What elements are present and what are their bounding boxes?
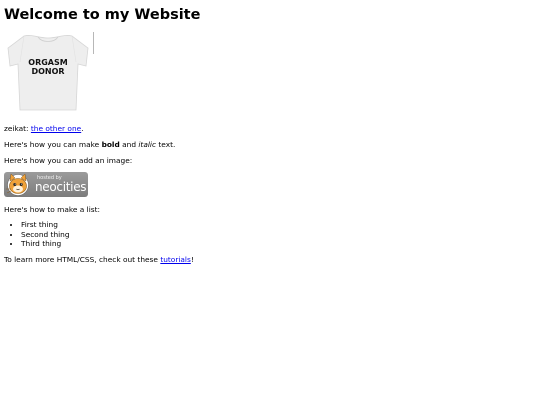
italic-word: italic <box>138 140 157 150</box>
list-intro: Here's how to make a list: <box>4 204 100 214</box>
t-shirt-graphic: ORGASM DONOR <box>7 35 89 111</box>
t-shirt-image: ORGASM DONOR <box>4 32 94 115</box>
list-item: Second thing <box>21 230 536 239</box>
list-item: Third thing <box>21 239 536 248</box>
things-list: First thing Second thing Third thing <box>4 220 536 248</box>
credit-suffix: . <box>81 124 84 134</box>
neocities-cat-icon <box>6 173 29 196</box>
formatting-line: Here's how you can make bold and italic … <box>4 140 536 149</box>
credit-line: zeikat: the other one. <box>4 124 536 133</box>
learn-after: ! <box>190 254 194 264</box>
shirt-print-line1: ORGASM <box>28 58 67 67</box>
the-other-one-link[interactable]: the other one <box>31 124 81 133</box>
image-edge <box>93 32 94 55</box>
formatting-middle: and <box>119 140 139 150</box>
page-title: Welcome to my Website <box>4 7 201 23</box>
shirt-print-line2: DONOR <box>31 67 64 76</box>
formatting-after: text. <box>156 140 176 150</box>
learn-before: To learn more HTML/CSS, check out these <box>4 254 161 264</box>
page-body: Welcome to my Website ORGASM DONOR zeika… <box>0 7 540 264</box>
learn-more-line: To learn more HTML/CSS, check out these … <box>4 255 536 264</box>
image-intro: Here's how you can add an image: <box>4 155 133 165</box>
bold-word: bold <box>101 140 120 150</box>
credit-prefix: zeikat: <box>4 124 31 134</box>
formatting-before: Here's how you can make <box>4 140 102 150</box>
neocities-badge: hosted by neocities <box>4 171 88 197</box>
tutorials-link[interactable]: tutorials <box>160 255 191 264</box>
badge-brand: neocities <box>35 179 87 194</box>
list-item: First thing <box>21 220 536 229</box>
